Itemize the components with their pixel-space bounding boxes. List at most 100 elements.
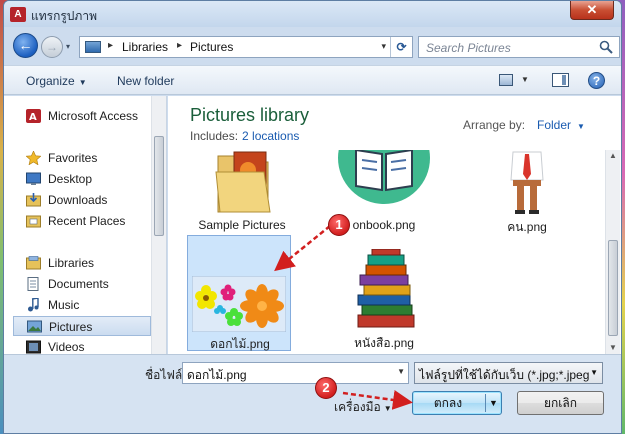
file-list-scroll-thumb[interactable] bbox=[608, 240, 618, 336]
downloads-icon bbox=[26, 193, 41, 207]
chevron-down-icon[interactable]: ▼ bbox=[590, 368, 598, 377]
sidebar-item-label: Libraries bbox=[48, 256, 95, 270]
search-input[interactable]: Search Pictures bbox=[418, 36, 620, 58]
pictures-library-icon bbox=[85, 41, 101, 53]
step2-badge: 2 bbox=[315, 377, 337, 399]
file-list-scrollbar[interactable]: ▲ ▼ bbox=[605, 150, 620, 354]
organize-label: Organize bbox=[26, 74, 75, 88]
scroll-down-icon[interactable]: ▼ bbox=[609, 343, 617, 352]
breadcrumb-separator[interactable]: ▸ bbox=[177, 40, 182, 51]
sidebar-item-label: Favorites bbox=[48, 151, 98, 165]
library-title: Pictures library bbox=[190, 105, 310, 125]
new-folder-button[interactable]: New folder bbox=[117, 74, 174, 88]
sidebar-item-label: Downloads bbox=[48, 193, 108, 207]
window-title: แทรกรูปภาพ bbox=[31, 9, 97, 23]
tools-button[interactable]: เครื่องมือ ▼ bbox=[334, 398, 392, 417]
file-item-sample-pictures[interactable]: Sample Pictures bbox=[190, 150, 294, 234]
chevron-down-icon: ▼ bbox=[383, 404, 392, 413]
file-item-flower[interactable]: ดอกไม้.png bbox=[187, 235, 291, 351]
title-bar[interactable]: A แทรกรูปภาพ ✕ bbox=[4, 1, 621, 27]
preview-pane-icon[interactable] bbox=[552, 73, 569, 87]
star-icon bbox=[26, 151, 41, 165]
command-bar: Organize ▼ New folder ▼ ? bbox=[4, 65, 621, 95]
view-dropdown-icon[interactable]: ▼ bbox=[521, 75, 529, 84]
sidebar-item-recent-places[interactable]: Recent Places bbox=[24, 211, 151, 231]
ok-split-divider bbox=[485, 394, 486, 412]
ok-dropdown-icon[interactable]: ▼ bbox=[489, 398, 498, 408]
filename-input[interactable]: ดอกไม้.png ▼ bbox=[182, 362, 409, 384]
sidebar-item-libraries[interactable]: Libraries bbox=[24, 253, 151, 273]
sidebar-scroll-thumb[interactable] bbox=[154, 136, 164, 236]
filename-label: ชื่อไฟล์: bbox=[145, 368, 186, 382]
sidebar-item-label: Desktop bbox=[48, 172, 93, 186]
search-placeholder: Search Pictures bbox=[426, 41, 511, 55]
sidebar-scrollbar[interactable] bbox=[151, 96, 166, 354]
organize-button[interactable]: Organize ▼ bbox=[26, 74, 87, 88]
tools-label: เครื่องมือ bbox=[334, 400, 381, 414]
sidebar-item-label: Pictures bbox=[49, 320, 93, 334]
help-icon[interactable]: ? bbox=[588, 72, 605, 89]
svg-text:A: A bbox=[29, 112, 37, 123]
forward-button[interactable]: → bbox=[41, 36, 63, 58]
pictures-icon bbox=[27, 320, 42, 333]
change-view-icon[interactable] bbox=[499, 74, 513, 86]
filename-value: ดอกไม้.png bbox=[187, 368, 247, 382]
ok-button[interactable]: ตกลง ▼ bbox=[412, 391, 502, 415]
breadcrumb-libraries[interactable]: Libraries bbox=[122, 40, 168, 54]
sidebar-item-desktop[interactable]: Desktop bbox=[24, 169, 151, 189]
sidebar-item-microsoft-access[interactable]: A Microsoft Access bbox=[24, 106, 151, 126]
sidebar-item-music[interactable]: Music bbox=[24, 295, 151, 315]
address-dropdown-icon[interactable]: ▾ bbox=[381, 41, 386, 52]
sidebar-item-favorites[interactable]: Favorites bbox=[24, 148, 151, 168]
arrange-by-dropdown[interactable]: Folder ▼ bbox=[537, 118, 585, 132]
folder-icon bbox=[215, 151, 271, 213]
videos-icon bbox=[26, 340, 41, 354]
file-item-person[interactable]: คน.png bbox=[475, 150, 579, 234]
navigation-pane: A Microsoft Access Favorites Desktop Dow… bbox=[4, 96, 167, 354]
sidebar-item-pictures[interactable]: Pictures bbox=[13, 316, 151, 336]
ok-label: ตกลง bbox=[433, 396, 463, 410]
locations-link[interactable]: 2 locations bbox=[242, 129, 299, 143]
file-type-value: ไฟล์รูปที่ใช้ได้กับเว็บ (*.jpg;*.jpeg bbox=[419, 368, 590, 382]
library-includes: Includes: 2 locations bbox=[190, 129, 299, 143]
sidebar-item-label: Music bbox=[48, 298, 80, 312]
refresh-button[interactable]: ⟳ bbox=[390, 37, 412, 57]
file-type-select[interactable]: ไฟล์รูปที่ใช้ได้กับเว็บ (*.jpg;*.jpeg ▼ bbox=[414, 362, 603, 384]
documents-icon bbox=[27, 277, 39, 291]
sidebar-item-documents[interactable]: Documents bbox=[24, 274, 151, 294]
arrange-by-label: Arrange by: bbox=[463, 118, 526, 132]
sidebar-item-downloads[interactable]: Downloads bbox=[24, 190, 151, 210]
file-item-books[interactable]: หนังสือ.png bbox=[332, 235, 436, 351]
chevron-down-icon: ▼ bbox=[577, 122, 585, 131]
back-button[interactable]: ← bbox=[13, 33, 38, 58]
dialog-footer: ชื่อไฟล์: ดอกไม้.png ▼ ไฟล์รูปที่ใช้ได้ก… bbox=[4, 354, 621, 433]
sidebar-item-label: Microsoft Access bbox=[48, 109, 139, 123]
breadcrumb-separator[interactable]: ▸ bbox=[108, 40, 113, 51]
cancel-button[interactable]: ยกเลิก bbox=[517, 391, 604, 415]
navigation-row: ← → ▾ ▸ Libraries ▸ Pictures ▾ ⟳ Search … bbox=[4, 28, 621, 64]
chevron-down-icon: ▼ bbox=[78, 78, 87, 87]
file-name: Sample Pictures bbox=[198, 218, 286, 232]
recent-places-icon bbox=[26, 215, 41, 228]
sidebar-item-videos[interactable]: Videos bbox=[24, 337, 151, 354]
person-image-icon bbox=[505, 150, 549, 216]
books-image-icon bbox=[357, 249, 415, 328]
file-name: หนังสือ.png bbox=[354, 336, 414, 350]
address-bar[interactable]: ▸ Libraries ▸ Pictures ▾ ⟳ bbox=[79, 36, 413, 58]
music-icon bbox=[28, 298, 39, 312]
arrange-by-value: Folder bbox=[537, 118, 572, 132]
file-list-pane: Pictures library Includes: 2 locations Ar… bbox=[168, 96, 621, 354]
libraries-icon bbox=[26, 256, 41, 270]
sidebar-item-label: Videos bbox=[48, 340, 85, 354]
recent-pages-dropdown[interactable]: ▾ bbox=[66, 42, 76, 52]
file-name: คน.png bbox=[507, 220, 547, 234]
chevron-down-icon[interactable]: ▼ bbox=[397, 367, 405, 376]
search-icon[interactable] bbox=[599, 40, 613, 54]
close-button[interactable]: ✕ bbox=[570, 1, 614, 20]
breadcrumb-pictures[interactable]: Pictures bbox=[190, 40, 233, 54]
sidebar-item-label: Recent Places bbox=[48, 214, 126, 228]
sidebar-item-label: Documents bbox=[48, 277, 109, 291]
access-app-icon: A bbox=[10, 7, 26, 22]
scroll-up-icon[interactable]: ▲ bbox=[609, 151, 617, 160]
book-image-icon bbox=[338, 150, 430, 204]
